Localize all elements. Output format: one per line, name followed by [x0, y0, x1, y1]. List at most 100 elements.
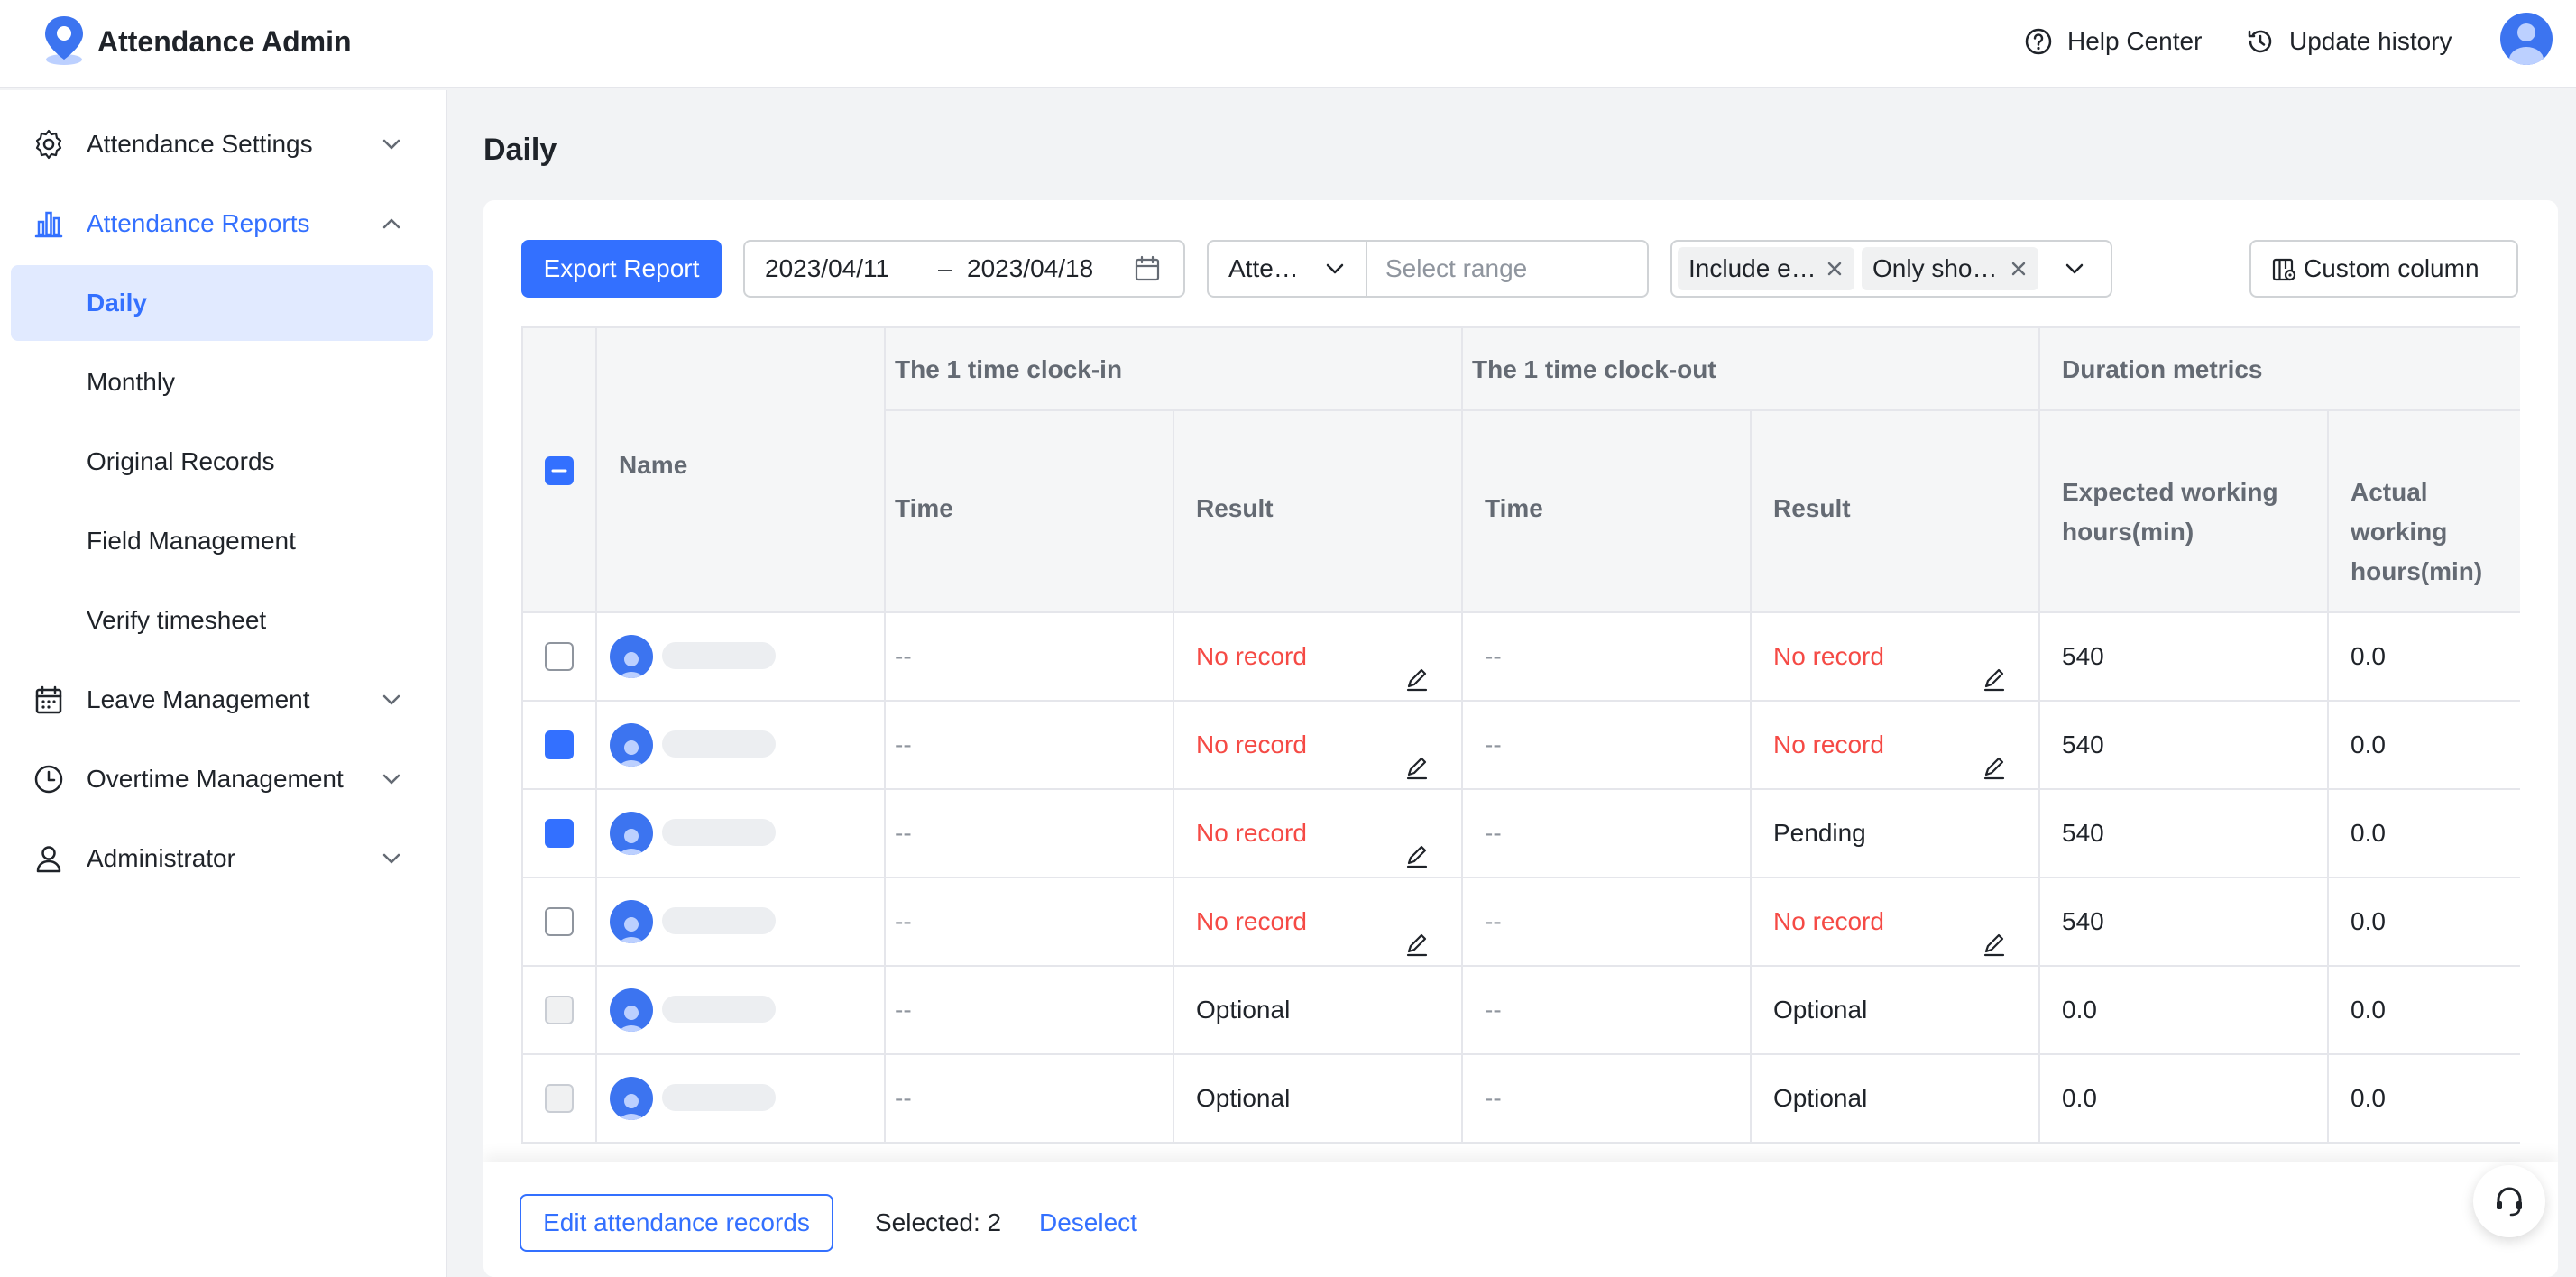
- custom-column-button[interactable]: Custom column: [2249, 240, 2518, 298]
- row-out-result-cell: No record: [1752, 702, 2040, 788]
- user-avatar-icon: [619, 917, 644, 943]
- cell-value: No record: [1196, 730, 1307, 758]
- app-title: Attendance Admin: [97, 25, 352, 58]
- edit-icon[interactable]: [1981, 907, 2008, 957]
- name-placeholder: [662, 1084, 776, 1111]
- chevron-down-icon: [382, 694, 400, 705]
- date-end: 2023/04/18: [967, 254, 1094, 282]
- row-checkbox[interactable]: [545, 907, 574, 936]
- indeterminate-icon: [551, 469, 567, 473]
- header-label: Expected working hours(min): [2062, 478, 2278, 546]
- range-input-field[interactable]: [1366, 240, 1649, 298]
- row-actual-cell: 0.0: [2329, 790, 2520, 877]
- headset-icon: [2497, 1187, 2522, 1217]
- bar-chart-icon: [34, 211, 63, 238]
- row-name-cell: [597, 1055, 886, 1142]
- row-in-time-cell: --: [886, 878, 1174, 965]
- user-avatar-icon: [619, 652, 644, 678]
- sidebar-item-administrator[interactable]: Administrator: [11, 821, 433, 896]
- check-icon: [551, 765, 567, 777]
- update-history-label: Update history: [2289, 27, 2452, 55]
- edit-icon[interactable]: [1403, 819, 1431, 868]
- cell-value: 0.0: [2351, 642, 2386, 670]
- date-range-picker[interactable]: 2023/04/11 – 2023/04/18: [743, 240, 1185, 298]
- cell-value: --: [1485, 907, 1502, 935]
- row-expected-cell: 0.0: [2040, 967, 2329, 1053]
- selection-footer: Edit attendance records Selected: 2 Dese…: [483, 1162, 2558, 1277]
- sidebar-subitem-verify-timesheet[interactable]: Verify timesheet: [11, 583, 433, 658]
- cell-value: 0.0: [2351, 730, 2386, 758]
- sidebar-item-leave-management[interactable]: Leave Management: [11, 662, 433, 738]
- row-actual-cell: 0.0: [2329, 1055, 2520, 1142]
- update-history-link[interactable]: Update history: [2246, 23, 2452, 60]
- app-logo-icon: [45, 16, 83, 65]
- name-placeholder: [662, 819, 776, 846]
- filter-type-select[interactable]: Atte…: [1207, 240, 1367, 298]
- edit-attendance-records-button[interactable]: Edit attendance records: [520, 1194, 833, 1252]
- edit-icon[interactable]: [1981, 642, 2008, 692]
- export-report-button[interactable]: Export Report: [521, 240, 722, 298]
- sidebar-item-attendance-reports[interactable]: Attendance Reports: [11, 186, 433, 262]
- cell-value: 540: [2062, 907, 2104, 935]
- header-clock-out-time: Time: [1463, 411, 1752, 613]
- sidebar-subitem-original-records[interactable]: Original Records: [11, 424, 433, 500]
- cell-value: --: [895, 730, 912, 758]
- row-name-cell: [597, 878, 886, 965]
- row-expected-cell: 540: [2040, 613, 2329, 700]
- name-placeholder: [662, 642, 776, 669]
- sidebar-item-overtime-management[interactable]: Overtime Management: [11, 741, 433, 817]
- header-name: Name: [597, 326, 886, 613]
- edit-icon[interactable]: [1403, 642, 1431, 692]
- sidebar-subitem-field-management[interactable]: Field Management: [11, 503, 433, 579]
- table-row: -- No record -- No record 540 0.0: [521, 878, 2520, 967]
- range-input[interactable]: [1385, 243, 1638, 294]
- help-center-label: Help Center: [2067, 27, 2203, 55]
- support-button[interactable]: [2473, 1165, 2545, 1237]
- cell-value: No record: [1196, 642, 1307, 670]
- select-all-checkbox[interactable]: [545, 456, 574, 485]
- sidebar-item-label: Attendance Settings: [87, 130, 313, 158]
- sidebar-subitem-daily[interactable]: Daily: [11, 265, 433, 341]
- deselect-link[interactable]: Deselect: [1039, 1201, 1137, 1245]
- row-out-result-cell: Optional: [1752, 967, 2040, 1053]
- row-checkbox[interactable]: [545, 819, 574, 866]
- check-icon: [551, 853, 567, 866]
- user-avatar[interactable]: [2500, 13, 2553, 65]
- daily-report-table: Name The 1 time clock-in The 1 time cloc…: [521, 326, 2520, 1165]
- user-avatar-icon: [619, 1006, 644, 1032]
- cell-value: Pending: [1773, 819, 1866, 847]
- clock-icon: [34, 765, 63, 794]
- chevron-up-icon: [382, 218, 400, 229]
- calendar-icon: [1135, 255, 1160, 281]
- edit-icon[interactable]: [1403, 730, 1431, 780]
- row-in-result-cell: Optional: [1174, 1055, 1463, 1142]
- edit-icon[interactable]: [1981, 730, 2008, 780]
- edit-icon[interactable]: [1403, 907, 1431, 957]
- close-icon[interactable]: [2008, 258, 2029, 280]
- row-out-result-cell: No record: [1752, 613, 2040, 700]
- filter-type-value: Atte…: [1228, 254, 1299, 282]
- table-row: -- No record -- No record 540 0.0: [521, 702, 2520, 790]
- table-row: -- Optional -- Optional 0.0 0.0: [521, 967, 2520, 1055]
- sidebar-item-attendance-settings[interactable]: Attendance Settings: [11, 106, 433, 182]
- cell-value: Optional: [1196, 996, 1291, 1024]
- row-out-result-cell: Optional: [1752, 1055, 2040, 1142]
- cell-value: 0.0: [2351, 1084, 2386, 1112]
- filter-tags-select[interactable]: Include e… Only sho…: [1670, 240, 2112, 298]
- help-center-link[interactable]: Help Center: [2024, 23, 2202, 60]
- cell-value: 0.0: [2351, 996, 2386, 1024]
- cell-value: --: [895, 819, 912, 847]
- row-name-cell: [597, 967, 886, 1053]
- row-select-cell: [521, 1055, 597, 1142]
- row-out-time-cell: --: [1463, 967, 1752, 1053]
- close-icon[interactable]: [1824, 258, 1845, 280]
- name-placeholder: [662, 996, 776, 1023]
- row-out-time-cell: --: [1463, 790, 1752, 877]
- row-checkbox[interactable]: [545, 642, 574, 671]
- cell-value: 540: [2062, 730, 2104, 758]
- table-row: -- No record -- Pending 540 0.0: [521, 790, 2520, 878]
- chevron-down-icon: [2065, 263, 2084, 274]
- user-icon: [36, 846, 61, 873]
- sidebar-subitem-monthly[interactable]: Monthly: [11, 345, 433, 420]
- row-checkbox[interactable]: [545, 730, 574, 777]
